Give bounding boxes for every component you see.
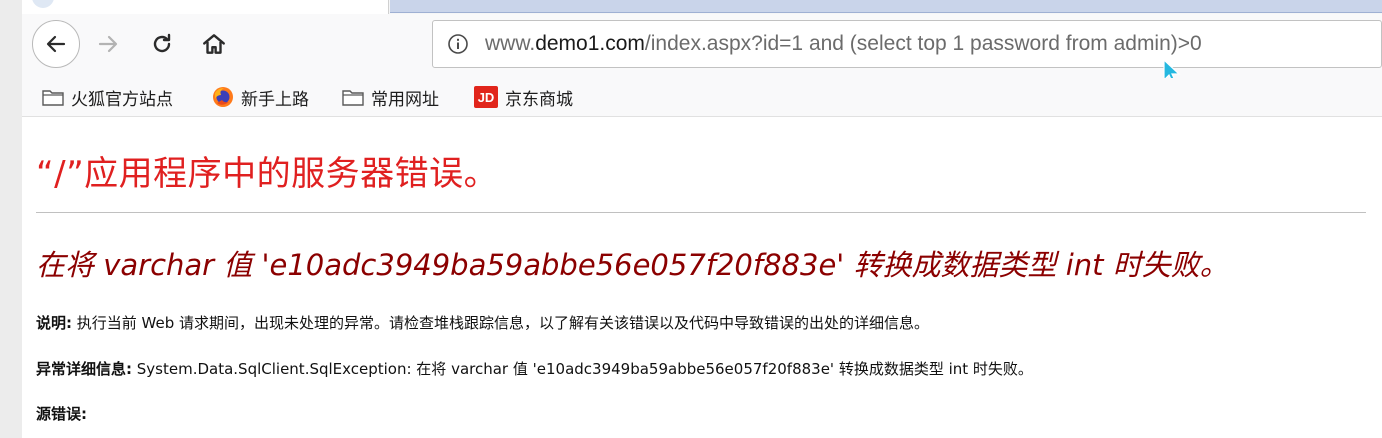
url-bar[interactable]: www.demo1.com/index.aspx?id=1 and (selec… — [432, 20, 1382, 68]
description-label: 说明: — [36, 314, 72, 332]
tab-favicon-icon — [32, 0, 54, 8]
bookmark-firefox-official[interactable]: 火狐官方站点 — [42, 84, 173, 110]
browser-window: www.demo1.com/index.aspx?id=1 and (selec… — [22, 0, 1382, 438]
folder-icon — [42, 90, 64, 106]
reload-icon — [153, 33, 171, 53]
window-left-edge — [0, 0, 22, 438]
bookmark-label: 京东商城 — [505, 89, 573, 110]
url-path: /index.aspx?id=1 and (select top 1 passw… — [644, 32, 1202, 55]
divider — [36, 212, 1366, 213]
bookmark-label: 火狐官方站点 — [71, 89, 173, 110]
reload-button[interactable] — [146, 28, 178, 60]
page-title: “/”应用程序中的服务器错误。 — [36, 154, 499, 194]
folder-icon — [342, 90, 364, 106]
back-button[interactable] — [32, 20, 80, 68]
description-text: 执行当前 Web 请求期间，出现未处理的异常。请检查堆栈跟踪信息，以了解有关该错… — [72, 314, 930, 332]
firefox-icon — [213, 87, 233, 107]
exception-text: System.Data.SqlClient.SqlException: 在将 v… — [132, 360, 1033, 378]
url-host: demo1.com — [535, 32, 645, 55]
exception-label: 异常详细信息: — [36, 360, 132, 378]
source-error-paragraph: 源错误: — [36, 403, 87, 424]
home-icon — [203, 34, 225, 54]
tab-inactive[interactable] — [390, 0, 1382, 13]
bookmark-label: 常用网址 — [371, 89, 439, 110]
home-button[interactable] — [198, 28, 230, 60]
tab-strip — [22, 0, 1382, 14]
bookmark-jd-mall[interactable]: JD 京东商城 — [474, 84, 573, 110]
bookmark-common-sites[interactable]: 常用网址 — [342, 84, 439, 110]
url-prefix: www. — [485, 32, 536, 55]
info-icon[interactable] — [447, 33, 469, 55]
jd-icon: JD — [474, 86, 498, 108]
forward-arrow-icon — [98, 35, 118, 53]
bookmarks-toolbar: 火狐官方站点 新手上路 常用网址 JD 京东商城 — [22, 78, 1382, 117]
description-paragraph: 说明: 执行当前 Web 请求期间，出现未处理的异常。请检查堆栈跟踪信息，以了解… — [36, 312, 929, 333]
back-arrow-icon — [46, 35, 66, 53]
navigation-toolbar: www.demo1.com/index.aspx?id=1 and (selec… — [22, 14, 1382, 85]
tab-active[interactable] — [22, 0, 389, 14]
url-text[interactable]: www.demo1.com/index.aspx?id=1 and (selec… — [485, 32, 1202, 56]
error-message: 在将 varchar 值 'e10adc3949ba59abbe56e057f2… — [36, 248, 1229, 282]
source-error-label: 源错误: — [36, 405, 87, 423]
exception-details-paragraph: 异常详细信息: System.Data.SqlClient.SqlExcepti… — [36, 358, 1033, 379]
bookmark-label: 新手上路 — [241, 89, 309, 110]
forward-button[interactable] — [92, 28, 124, 60]
bookmark-getting-started[interactable]: 新手上路 — [212, 84, 309, 110]
